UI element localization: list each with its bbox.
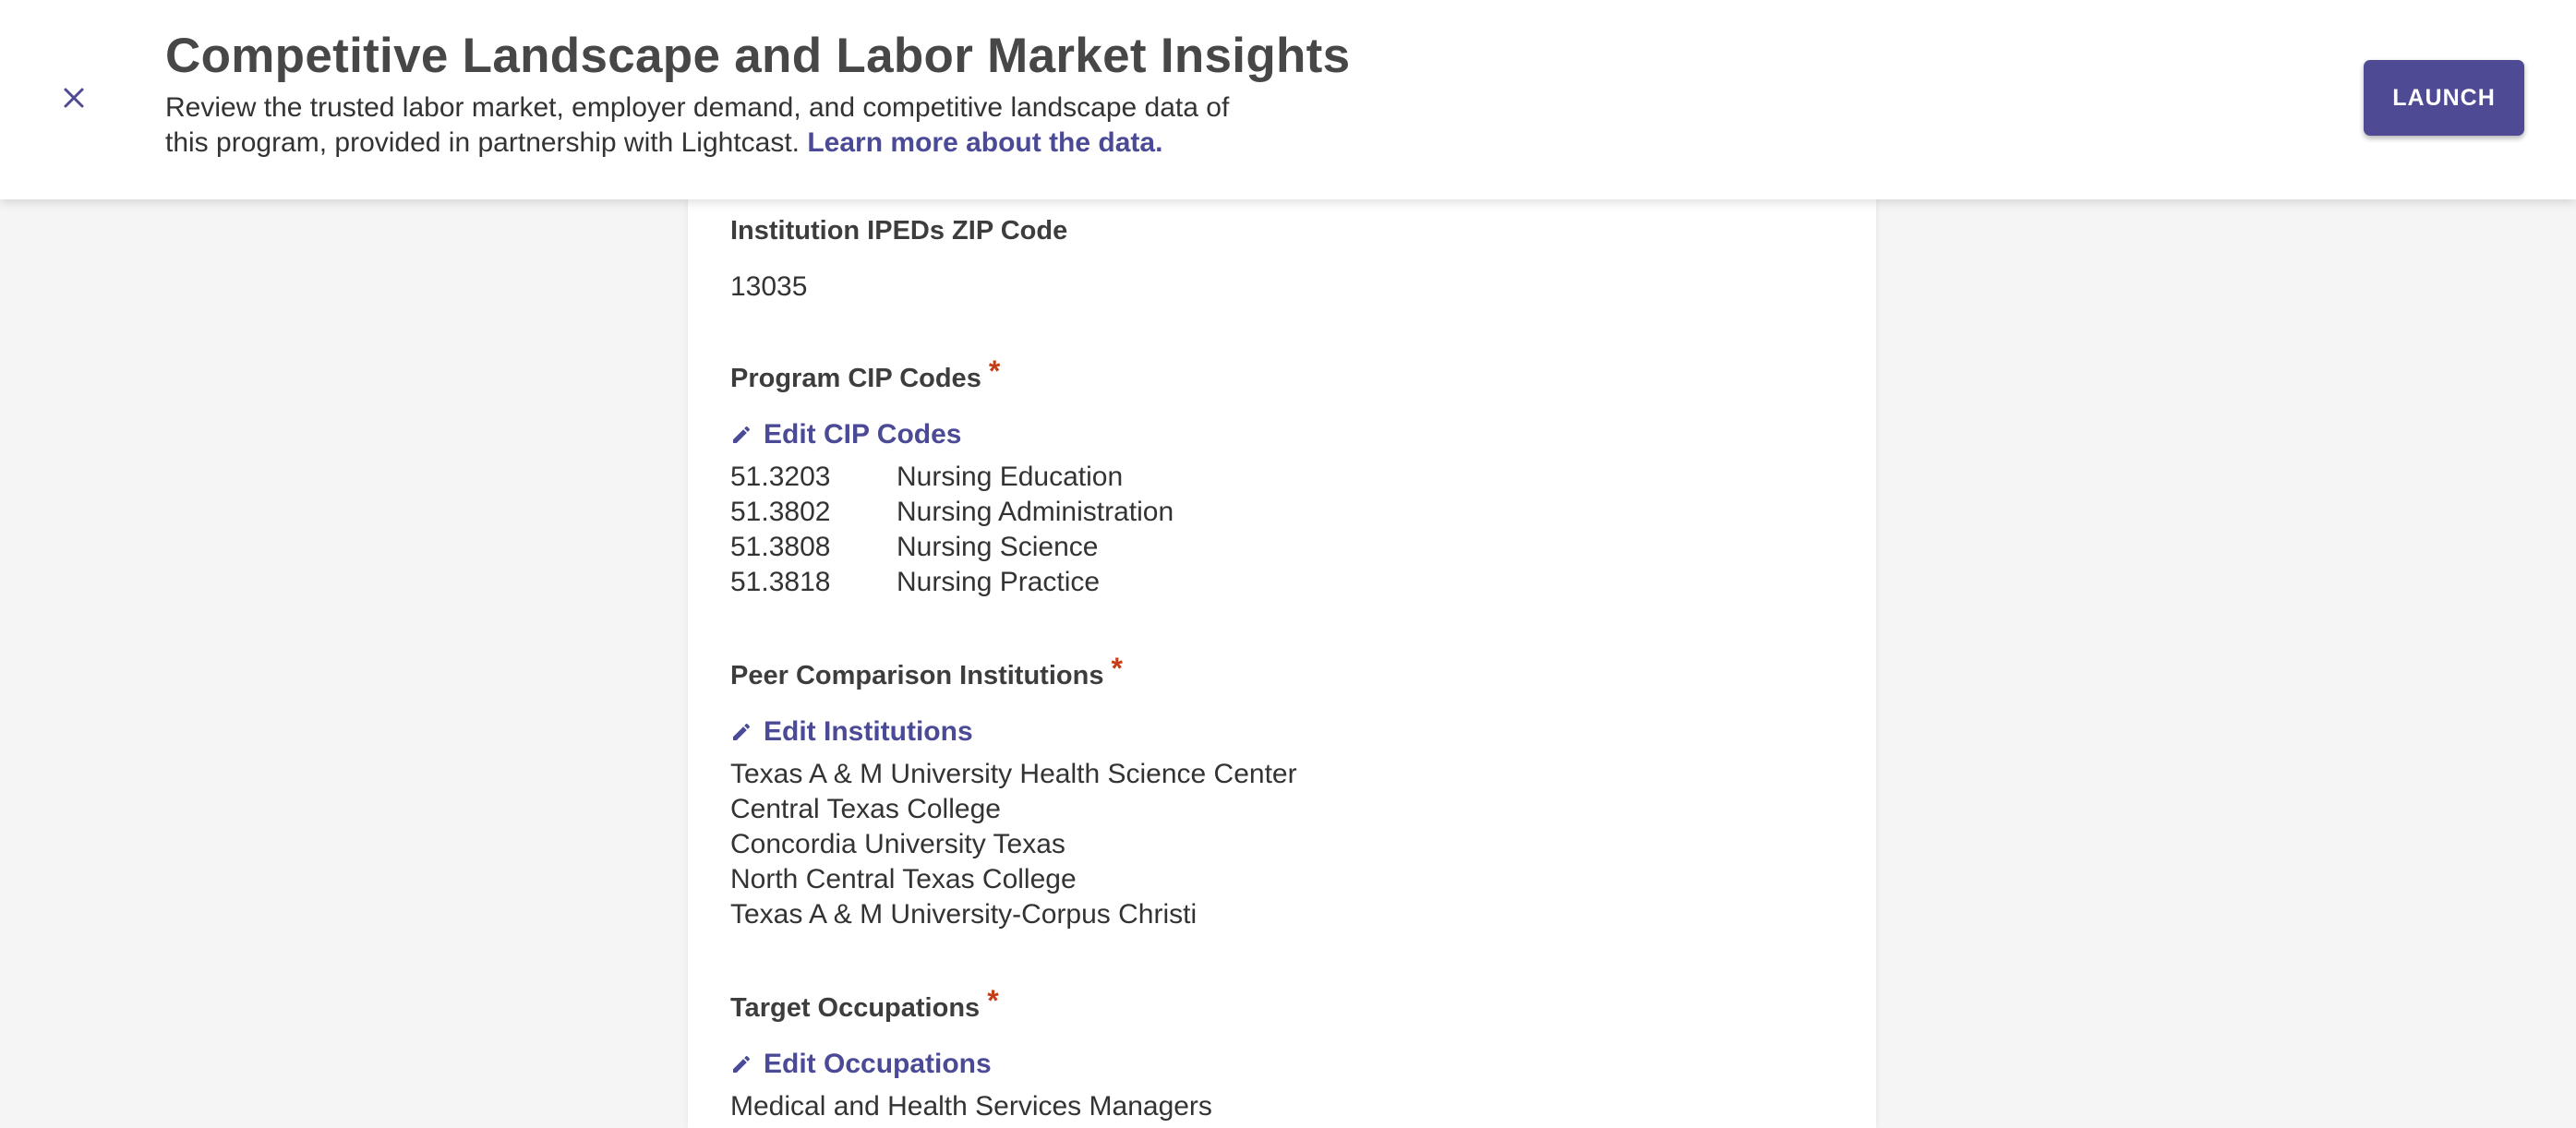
cip-code: 51.3818 [730, 567, 831, 597]
list-item: Texas A & M University Health Science Ce… [730, 759, 1297, 789]
peers-label: Peer Comparison Institutions * [730, 652, 1297, 692]
cip-label: Program CIP Codes * [730, 354, 1174, 395]
edit-institutions-link[interactable]: Edit Institutions [730, 714, 1297, 750]
cip-name: Nursing Education [897, 462, 1124, 492]
close-button[interactable] [57, 81, 90, 114]
occupation-list: Medical and Health Services Managers [730, 1089, 1212, 1124]
cip-row: 51.3802 Nursing Administration [730, 495, 1174, 530]
page-description: Review the trusted labor market, employe… [165, 90, 1236, 161]
cip-name: Nursing Administration [897, 497, 1174, 527]
required-asterisk: * [987, 984, 999, 1017]
edit-cip-label: Edit CIP Codes [764, 419, 962, 450]
peers-section: Peer Comparison Institutions * Edit Insti… [730, 652, 1297, 932]
list-item: Central Texas College [730, 794, 1001, 824]
launch-button[interactable]: LAUNCH [2364, 60, 2524, 136]
peers-label-text: Peer Comparison Institutions [730, 661, 1104, 690]
learn-more-link[interactable]: Learn more about the data. [807, 127, 1162, 158]
cip-label-text: Program CIP Codes [730, 364, 981, 393]
cip-name: Nursing Science [897, 532, 1099, 562]
edit-institutions-label: Edit Institutions [764, 716, 973, 747]
pencil-icon [733, 1055, 751, 1073]
cip-row: 51.3203 Nursing Education [730, 460, 1174, 495]
cip-list: 51.3203 Nursing Education 51.3802 Nursing … [730, 460, 1174, 600]
list-item: North Central Texas College [730, 864, 1077, 894]
edit-occupations-link[interactable]: Edit Occupations [730, 1046, 1212, 1083]
list-item: Texas A & M University-Corpus Christi [730, 899, 1198, 930]
modal-header: Competitive Landscape and Labor Market I… [0, 0, 2576, 199]
required-asterisk: * [988, 354, 1001, 388]
list-item: Medical and Health Services Managers [730, 1091, 1212, 1122]
cip-code: 51.3802 [730, 497, 831, 527]
occupations-label-text: Target Occupations [730, 993, 981, 1023]
close-icon [64, 88, 84, 108]
peer-list: Texas A & M University Health Science Ce… [730, 757, 1297, 932]
zip-value: 13035 [730, 271, 808, 302]
edit-cip-codes-link[interactable]: Edit CIP Codes [730, 416, 1174, 453]
pencil-icon [733, 426, 751, 443]
occupations-section: Target Occupations * Edit Occupations Med… [730, 984, 1212, 1124]
occupations-label: Target Occupations * [730, 984, 1212, 1025]
required-asterisk: * [1111, 652, 1123, 685]
list-item: Concordia University Texas [730, 829, 1065, 859]
cip-section: Program CIP Codes * Edit CIP Codes 51.320… [730, 354, 1174, 600]
cip-code: 51.3808 [730, 532, 831, 562]
cip-row: 51.3808 Nursing Science [730, 530, 1174, 565]
zip-section: Institution IPEDs ZIP Code 13035 [730, 212, 1067, 305]
page-title: Competitive Landscape and Labor Market I… [165, 29, 1351, 83]
zip-label: Institution IPEDs ZIP Code [730, 216, 1068, 246]
cip-code: 51.3203 [730, 462, 831, 492]
edit-occupations-label: Edit Occupations [764, 1049, 992, 1079]
cip-row: 51.3818 Nursing Practice [730, 565, 1174, 600]
pencil-icon [733, 723, 751, 740]
cip-name: Nursing Practice [897, 567, 1101, 597]
